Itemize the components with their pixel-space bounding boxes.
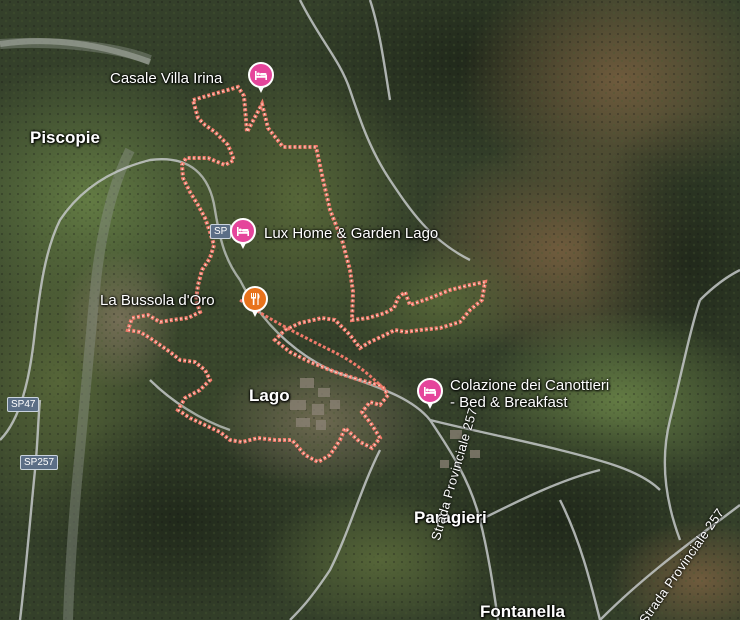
satellite-terrain — [0, 0, 740, 620]
road-shield-sp257: SP257 — [20, 455, 59, 470]
hotel-pin-colazione[interactable] — [417, 378, 443, 412]
poi-label-colazione-line1: Colazione dei Canottieri — [450, 377, 610, 394]
road-shield-sp47: SP47 — [7, 397, 40, 412]
poi-label-lux[interactable]: Lux Home & Garden Lago — [264, 225, 438, 242]
hotel-bed-icon — [248, 62, 274, 88]
poi-label-colazione-line2: - Bed & Breakfast — [450, 394, 568, 411]
place-label-lago[interactable]: Lago — [249, 386, 290, 406]
place-label-fontanella[interactable]: Fontanella — [480, 602, 565, 620]
restaurant-pin-bussola[interactable] — [242, 286, 268, 320]
fork-knife-icon — [242, 286, 268, 312]
poi-label-bussola[interactable]: La Bussola d'Oro — [100, 292, 215, 309]
hotel-pin-casale[interactable] — [248, 62, 274, 96]
hotel-bed-icon — [230, 218, 256, 244]
poi-label-colazione[interactable]: Colazione dei Canottieri - Bed & Breakfa… — [450, 377, 609, 411]
hotel-bed-icon — [417, 378, 443, 404]
poi-label-casale[interactable]: Casale Villa Irina — [110, 70, 222, 87]
place-label-piscopie[interactable]: Piscopie — [30, 128, 100, 148]
road-shield-sp-partial: SP — [210, 224, 232, 239]
hotel-pin-lux[interactable] — [230, 218, 256, 252]
map-view[interactable]: Piscopie Lago Paragieri Fontanella SP SP… — [0, 0, 740, 620]
